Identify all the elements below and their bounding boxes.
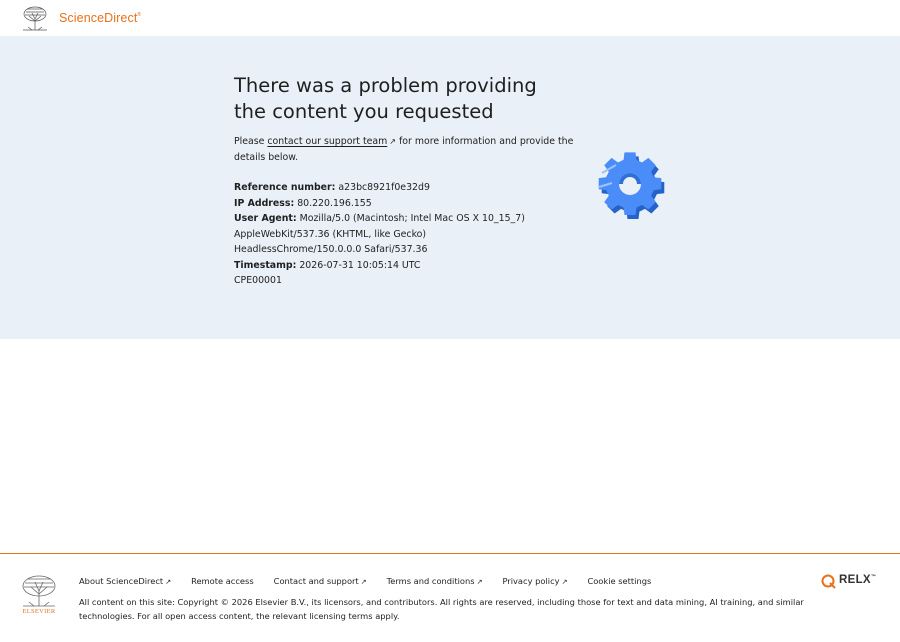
elsevier-wordmark: ELSEVIER — [22, 608, 56, 615]
elsevier-logo[interactable]: ELSEVIER — [19, 573, 59, 617]
error-code: CPE00001 — [234, 275, 282, 286]
footer-link-remote-access[interactable]: Remote access — [191, 576, 254, 586]
gear-icon — [598, 152, 665, 219]
contact-support-link[interactable]: contact our support team — [267, 136, 387, 147]
external-link-icon: ↗ — [165, 578, 172, 586]
timestamp-row: Timestamp: 2026-07-31 10:05:14 UTC — [234, 258, 554, 274]
ip-row: IP Address: 80.220.196.155 — [234, 196, 554, 212]
relx-logo[interactable]: RELX™ — [821, 573, 881, 589]
brand-name: ScienceDirect — [59, 11, 138, 25]
footer-divider — [0, 553, 900, 554]
elsevier-tree-icon — [22, 575, 56, 607]
brand-registered-mark: ® — [137, 12, 142, 18]
relx-emblem-icon — [821, 574, 836, 589]
footer-link-about-label: About ScienceDirect — [79, 576, 164, 586]
intro-before: Please — [234, 136, 268, 147]
relx-word: RELX — [839, 574, 871, 586]
site-header: ScienceDirect® — [0, 0, 900, 36]
footer-link-privacy-label: Privacy policy — [502, 576, 560, 586]
footer-link-privacy[interactable]: Privacy policy ↗ — [502, 576, 567, 586]
user-agent-row: User Agent: Mozilla/5.0 (Macintosh; Inte… — [234, 211, 554, 258]
reference-value: a23bc8921f0e32d9 — [338, 182, 430, 193]
relx-trademark: ™ — [870, 574, 877, 580]
footer-links: About ScienceDirect ↗ Remote access Conta… — [79, 576, 671, 586]
footer-link-terms[interactable]: Terms and conditions ↗ — [387, 576, 483, 586]
ip-value: 80.220.196.155 — [297, 197, 372, 209]
external-link-icon: ↗ — [476, 578, 483, 586]
footer-link-terms-label: Terms and conditions — [386, 576, 475, 586]
footer-link-contact-label: Contact and support — [273, 576, 359, 586]
ip-label: IP Address: — [234, 197, 295, 209]
footer-link-cookie-settings[interactable]: Cookie settings — [587, 576, 651, 586]
error-details: Reference number: a23bc8921f0e32d9 IP Ad… — [234, 180, 554, 289]
reference-label: Reference number: — [234, 182, 336, 193]
footer-link-remote-access-label: Remote access — [191, 576, 254, 586]
reference-row: Reference number: a23bc8921f0e32d9 — [234, 180, 554, 196]
user-agent-label: User Agent: — [234, 213, 297, 224]
relx-wordmark: RELX™ — [839, 574, 876, 586]
external-link-icon: ↗ — [360, 578, 367, 586]
external-link-icon: ↗ — [389, 137, 396, 146]
external-link-icon: ↗ — [561, 578, 568, 586]
footer-link-cookie-settings-label: Cookie settings — [587, 576, 652, 586]
copyright-notice: All content on this site: Copyright © 20… — [79, 597, 804, 621]
footer-link-contact[interactable]: Contact and support ↗ — [274, 576, 367, 586]
elsevier-tree-logo[interactable] — [20, 5, 50, 31]
timestamp-label: Timestamp: — [234, 259, 297, 271]
sciencedirect-logo[interactable]: ScienceDirect® — [59, 11, 141, 25]
timestamp-value: 2026-07-31 10:05:14 UTC — [299, 259, 421, 271]
error-title: There was a problem providing the conten… — [234, 74, 537, 123]
footer-link-about[interactable]: About ScienceDirect ↗ — [79, 576, 171, 586]
error-intro: Please contact our support team ↗ for more… — [234, 134, 574, 165]
